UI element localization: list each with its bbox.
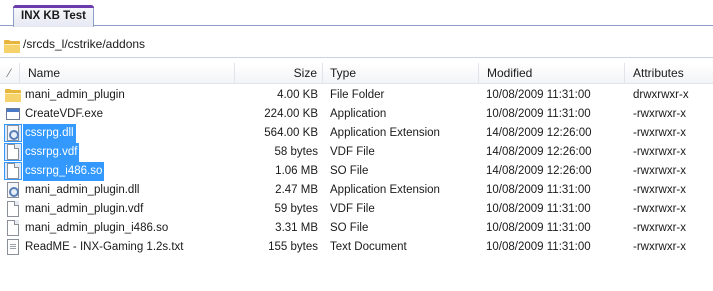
file-row[interactable]: mani_admin_plugin_i486.so 3.31 MB SO File 1…	[0, 219, 713, 238]
file-type: File Folder	[330, 89, 385, 101]
column-header-size[interactable]: Size	[235, 63, 323, 84]
file-name[interactable]: mani_admin_plugin	[23, 86, 127, 105]
column-header-name[interactable]: Name	[20, 63, 235, 84]
exe-icon	[5, 106, 21, 122]
file-attributes: -rwxrwxr-x	[633, 165, 687, 177]
file-icon	[4, 143, 22, 161]
column-header: ⁄ Name Size Type Modified Attributes	[0, 63, 713, 84]
file-size: 4.00 KB	[277, 89, 318, 101]
file-type: Application Extension	[330, 184, 440, 196]
file-size: 2.47 MB	[275, 184, 318, 196]
file-modified: 10/08/2009 11:31:00	[486, 89, 591, 101]
file-name[interactable]: ReadME - INX-Gaming 1.2s.txt	[23, 238, 186, 257]
file-modified: 10/08/2009 11:31:00	[486, 203, 591, 215]
file-row[interactable]: cssrpg.vdf 58 bytes VDF File 14/08/2009 12:…	[0, 143, 713, 162]
file-name[interactable]: CreateVDF.exe	[23, 105, 105, 124]
file-type: Application	[330, 108, 387, 120]
folder-icon	[5, 87, 21, 103]
file-name[interactable]: cssrpg.dll	[23, 124, 76, 143]
file-name[interactable]: mani_admin_plugin.vdf	[23, 200, 145, 219]
file-icon	[4, 162, 22, 180]
file-size: 564.00 KB	[264, 127, 318, 139]
file-attributes: -rwxrwxr-x	[633, 108, 687, 120]
file-name[interactable]: cssrpg_i486.so	[23, 162, 105, 181]
file-row[interactable]: cssrpg.dll 564.00 KB Application Extension…	[0, 124, 713, 143]
file-name[interactable]: mani_admin_plugin.dll	[23, 181, 141, 200]
file-size: 59 bytes	[274, 203, 318, 215]
file-modified: 10/08/2009 11:31:00	[486, 241, 591, 253]
file-name[interactable]: cssrpg.vdf	[23, 143, 80, 162]
file-row[interactable]: cssrpg_i486.so 1.06 MB SO File 14/08/2009 1…	[0, 162, 713, 181]
path-bar[interactable]: /srcds_l/cstrike/addons	[0, 31, 713, 58]
file-modified: 10/08/2009 11:31:00	[486, 222, 591, 234]
file-type: VDF File	[330, 146, 375, 158]
file-type: Text Document	[330, 241, 407, 253]
current-path[interactable]: /srcds_l/cstrike/addons	[23, 37, 145, 51]
file-size: 1.06 MB	[275, 165, 318, 177]
file-icon	[5, 201, 21, 217]
file-name[interactable]: mani_admin_plugin_i486.so	[23, 219, 170, 238]
file-row[interactable]: ReadME - INX-Gaming 1.2s.txt 155 bytes Tex…	[0, 238, 713, 257]
file-size: 58 bytes	[274, 146, 318, 158]
file-modified: 10/08/2009 11:31:00	[486, 184, 591, 196]
file-size: 155 bytes	[268, 241, 318, 253]
file-row[interactable]: mani_admin_plugin.vdf 59 bytes VDF File 10/…	[0, 200, 713, 219]
dll-icon	[4, 124, 22, 142]
file-attributes: -rwxrwxr-x	[633, 222, 687, 234]
tab-inx-kb-test[interactable]: INX KB Test	[13, 5, 94, 27]
dll-icon	[5, 182, 21, 198]
file-row[interactable]: mani_admin_plugin.dll 2.47 MB Application …	[0, 181, 713, 200]
folder-icon	[4, 38, 20, 53]
sort-indicator[interactable]: ⁄	[0, 63, 20, 84]
file-attributes: drwxrwxr-x	[633, 89, 689, 101]
file-attributes: -rwxrwxr-x	[633, 184, 687, 196]
file-list: mani_admin_plugin 4.00 KB File Folder 10/08…	[0, 86, 713, 257]
file-row[interactable]: mani_admin_plugin 4.00 KB File Folder 10/08…	[0, 86, 713, 105]
file-type: SO File	[330, 165, 369, 177]
column-header-type[interactable]: Type	[323, 63, 479, 84]
file-attributes: -rwxrwxr-x	[633, 146, 687, 158]
column-header-modified[interactable]: Modified	[479, 63, 625, 84]
text-file-icon	[5, 239, 21, 255]
file-modified: 14/08/2009 12:26:00	[486, 127, 592, 139]
file-row[interactable]: CreateVDF.exe 224.00 KB Application 10/08/2…	[0, 105, 713, 124]
file-modified: 14/08/2009 12:26:00	[486, 146, 592, 158]
file-type: SO File	[330, 222, 369, 234]
file-size: 224.00 KB	[264, 108, 318, 120]
file-modified: 14/08/2009 12:26:00	[486, 165, 592, 177]
column-header-attributes[interactable]: Attributes	[625, 63, 713, 84]
file-attributes: -rwxrwxr-x	[633, 203, 687, 215]
file-modified: 10/08/2009 11:31:00	[486, 108, 591, 120]
file-size: 3.31 MB	[275, 222, 318, 234]
tab-bar: INX KB Test	[0, 0, 713, 27]
file-attributes: -rwxrwxr-x	[633, 241, 687, 253]
file-icon	[5, 220, 21, 236]
file-type: VDF File	[330, 203, 375, 215]
file-type: Application Extension	[330, 127, 440, 139]
file-attributes: -rwxrwxr-x	[633, 127, 687, 139]
